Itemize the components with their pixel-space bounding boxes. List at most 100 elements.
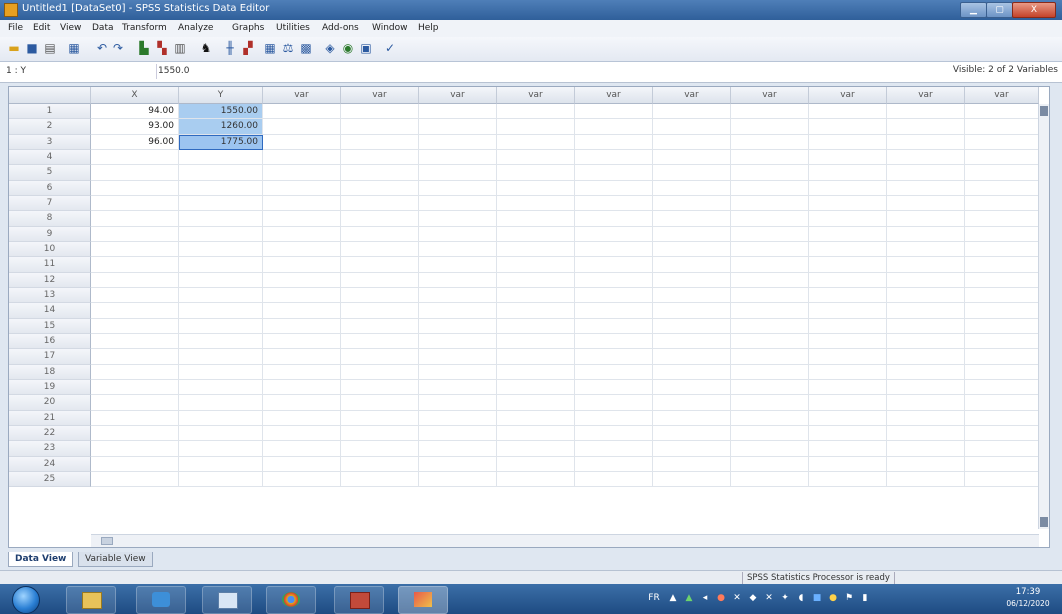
empty-cell[interactable] <box>731 257 809 273</box>
empty-cell[interactable] <box>809 379 887 396</box>
empty-cell[interactable] <box>341 149 419 166</box>
empty-cell[interactable] <box>653 257 731 273</box>
empty-cell[interactable] <box>263 410 341 426</box>
column-header-var[interactable]: var <box>965 87 1039 104</box>
empty-cell[interactable] <box>263 379 341 396</box>
tray-bluetooth-icon[interactable]: ✦ <box>780 593 790 603</box>
row-header[interactable]: 10 <box>9 241 91 258</box>
empty-cell[interactable] <box>653 195 731 212</box>
empty-cell[interactable] <box>497 226 575 242</box>
empty-cell[interactable] <box>575 104 653 120</box>
empty-cell[interactable] <box>341 180 419 196</box>
menu-file[interactable]: File <box>8 23 23 33</box>
empty-cell[interactable] <box>497 287 575 304</box>
empty-cell[interactable] <box>91 180 179 196</box>
empty-cell[interactable] <box>263 425 341 442</box>
empty-cell[interactable] <box>419 104 497 120</box>
empty-cell[interactable] <box>179 226 263 242</box>
empty-cell[interactable] <box>179 287 263 304</box>
empty-cell[interactable] <box>91 349 179 365</box>
row-header[interactable]: 7 <box>9 195 91 212</box>
save-icon[interactable]: ■ <box>24 41 40 56</box>
empty-cell[interactable] <box>179 195 263 212</box>
empty-cell[interactable] <box>653 441 731 457</box>
empty-cell[interactable] <box>887 410 965 426</box>
vertical-scrollbar[interactable] <box>1038 104 1049 529</box>
empty-cell[interactable] <box>575 287 653 304</box>
empty-cell[interactable] <box>179 211 263 227</box>
empty-cell[interactable] <box>179 410 263 426</box>
explorer-icon[interactable] <box>66 586 116 614</box>
empty-cell[interactable] <box>497 257 575 273</box>
empty-cell[interactable] <box>653 333 731 350</box>
empty-cell[interactable] <box>179 241 263 258</box>
empty-cell[interactable] <box>965 456 1039 472</box>
empty-cell[interactable] <box>497 441 575 457</box>
corner-header[interactable] <box>9 87 91 104</box>
empty-cell[interactable] <box>575 379 653 396</box>
empty-cell[interactable] <box>179 318 263 334</box>
empty-cell[interactable] <box>263 272 341 288</box>
empty-cell[interactable] <box>497 134 575 150</box>
column-header-var[interactable]: var <box>419 87 497 104</box>
empty-cell[interactable] <box>341 410 419 426</box>
empty-cell[interactable] <box>263 104 341 120</box>
empty-cell[interactable] <box>965 257 1039 273</box>
empty-cell[interactable] <box>731 425 809 442</box>
tab-data-view[interactable]: Data View <box>8 552 74 567</box>
empty-cell[interactable] <box>575 303 653 319</box>
empty-cell[interactable] <box>965 364 1039 380</box>
empty-cell[interactable] <box>91 364 179 380</box>
weight-cases-icon[interactable]: ⚖ <box>280 41 296 56</box>
empty-cell[interactable] <box>731 180 809 196</box>
empty-cell[interactable] <box>341 441 419 457</box>
empty-cell[interactable] <box>341 119 419 135</box>
empty-cell[interactable] <box>419 364 497 380</box>
cell-y[interactable]: 1260.00 <box>179 119 263 135</box>
empty-cell[interactable] <box>809 226 887 242</box>
empty-cell[interactable] <box>575 349 653 365</box>
empty-cell[interactable] <box>91 456 179 472</box>
empty-cell[interactable] <box>965 104 1039 120</box>
empty-cell[interactable] <box>263 241 341 258</box>
empty-cell[interactable] <box>179 364 263 380</box>
empty-cell[interactable] <box>179 471 263 488</box>
empty-cell[interactable] <box>809 149 887 166</box>
empty-cell[interactable] <box>887 318 965 334</box>
insert-variable-icon[interactable]: ▞ <box>240 41 256 56</box>
column-header-var[interactable]: var <box>809 87 887 104</box>
goto-variable-icon[interactable]: ▚ <box>154 41 170 56</box>
empty-cell[interactable] <box>575 134 653 150</box>
empty-cell[interactable] <box>965 119 1039 135</box>
menu-edit[interactable]: Edit <box>33 23 50 33</box>
empty-cell[interactable] <box>965 165 1039 181</box>
signal-icon[interactable]: ▮ <box>860 593 870 603</box>
column-header-x[interactable]: X <box>91 87 179 104</box>
empty-cell[interactable] <box>263 134 341 150</box>
empty-cell[interactable] <box>179 165 263 181</box>
empty-cell[interactable] <box>341 333 419 350</box>
row-header[interactable]: 3 <box>9 134 91 150</box>
empty-cell[interactable] <box>263 456 341 472</box>
row-header[interactable]: 25 <box>9 471 91 488</box>
empty-cell[interactable] <box>419 349 497 365</box>
empty-cell[interactable] <box>497 104 575 120</box>
empty-cell[interactable] <box>497 303 575 319</box>
empty-cell[interactable] <box>809 287 887 304</box>
tray-app-icon[interactable]: ▲ <box>668 593 678 603</box>
empty-cell[interactable] <box>731 379 809 396</box>
cell-x[interactable]: 96.00 <box>91 134 179 150</box>
row-header[interactable]: 15 <box>9 318 91 334</box>
empty-cell[interactable] <box>419 257 497 273</box>
column-header-y[interactable]: Y <box>179 87 263 104</box>
row-header[interactable]: 13 <box>9 287 91 304</box>
empty-cell[interactable] <box>179 272 263 288</box>
empty-cell[interactable] <box>263 257 341 273</box>
empty-cell[interactable] <box>263 165 341 181</box>
menu-transform[interactable]: Transform <box>122 23 167 33</box>
empty-cell[interactable] <box>179 425 263 442</box>
start-button[interactable] <box>12 586 40 614</box>
cell-y[interactable]: 1775.00 <box>179 134 263 150</box>
empty-cell[interactable] <box>731 349 809 365</box>
empty-cell[interactable] <box>341 165 419 181</box>
